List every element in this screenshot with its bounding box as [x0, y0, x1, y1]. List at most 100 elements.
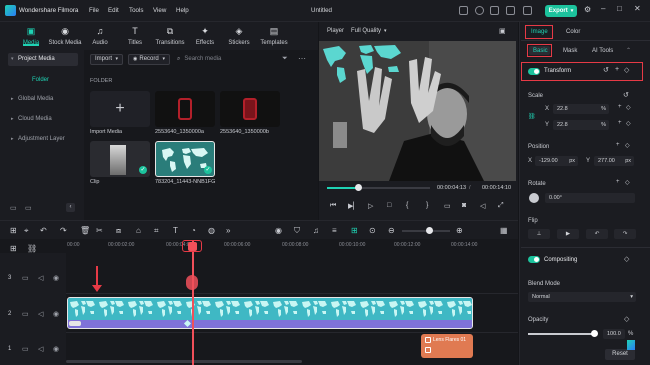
- layout-icon[interactable]: ▦: [500, 226, 508, 235]
- more-icon[interactable]: ⋯: [298, 54, 306, 63]
- add-keyframe-icon[interactable]: +: [618, 120, 622, 126]
- cloud-icon[interactable]: [506, 6, 515, 15]
- keyframe-icon[interactable]: ◇: [624, 315, 629, 323]
- color-icon[interactable]: ◍: [208, 226, 215, 235]
- playhead-split-marker[interactable]: [186, 275, 198, 290]
- previous-frame-icon[interactable]: ⏮: [330, 202, 336, 210]
- keyframe-icon[interactable]: ◇: [625, 142, 630, 149]
- redo-icon[interactable]: ↷: [60, 226, 67, 235]
- save-icon[interactable]: [490, 6, 499, 15]
- text-icon[interactable]: T: [173, 226, 178, 235]
- tab-effects[interactable]: ✦ Effects: [188, 26, 222, 46]
- tab-stickers[interactable]: ◈ Stickers: [222, 26, 256, 46]
- list-icon[interactable]: ≡: [332, 226, 337, 235]
- filter-icon[interactable]: ⏷: [282, 55, 288, 63]
- more-tools-icon[interactable]: »: [226, 226, 230, 235]
- menu-view[interactable]: View: [153, 7, 166, 14]
- add-keyframe-icon[interactable]: +: [618, 104, 622, 110]
- flip-horizontal-button[interactable]: ▶: [557, 229, 579, 239]
- mark-out-icon[interactable]: }: [426, 202, 428, 209]
- rewind-icon[interactable]: ▶▏: [348, 202, 359, 210]
- folder-icon[interactable]: ▭: [25, 204, 32, 212]
- keyframe-icon[interactable]: ◇: [624, 255, 629, 263]
- speed-icon[interactable]: ◔: [191, 226, 196, 235]
- import-dropdown[interactable]: Import ▾: [90, 54, 123, 65]
- play-icon[interactable]: ▷: [368, 202, 373, 210]
- play-circle-icon[interactable]: ◉: [275, 226, 282, 235]
- playhead-line[interactable]: [192, 240, 194, 365]
- link-tracks-icon[interactable]: ⛓: [27, 244, 37, 253]
- playback-scrubber[interactable]: [354, 184, 362, 191]
- folder-icon[interactable]: ▭: [22, 310, 29, 318]
- rotate-dial[interactable]: [529, 193, 539, 203]
- video-preview[interactable]: [319, 41, 516, 181]
- speaker-icon[interactable]: ◁: [38, 345, 43, 353]
- undo-icon[interactable]: ↶: [40, 226, 47, 235]
- keyframe-icon[interactable]: ◇: [626, 104, 631, 111]
- snap-icon[interactable]: ⊞: [351, 226, 358, 235]
- menu-help[interactable]: Help: [176, 7, 189, 14]
- position-y-field[interactable]: 277.00 px: [594, 156, 634, 166]
- eye-icon[interactable]: ◉: [53, 345, 59, 353]
- speaker-icon[interactable]: ◁: [38, 310, 43, 318]
- split-icon[interactable]: ✂: [96, 226, 103, 235]
- sidebar-item-adjustment-layer[interactable]: ▸ Adjustment Layer: [8, 133, 78, 146]
- keyframe-icon[interactable]: ◇: [626, 120, 631, 127]
- add-keyframe-icon[interactable]: +: [616, 179, 620, 185]
- subtab-ai-tools[interactable]: AI Tools: [592, 48, 613, 54]
- tab-media[interactable]: ▣ Media: [14, 26, 48, 46]
- keyframe-icon[interactable]: ◇: [624, 66, 629, 74]
- scale-y-field[interactable]: 22.8%: [553, 120, 609, 130]
- link-icon[interactable]: ⛓: [528, 113, 536, 120]
- tab-image[interactable]: Image: [531, 29, 548, 35]
- monitor-icon[interactable]: ▭: [444, 202, 451, 210]
- opacity-slider[interactable]: [528, 333, 595, 335]
- mark-in-icon[interactable]: {: [406, 202, 408, 209]
- add-keyframe-icon[interactable]: +: [616, 142, 620, 148]
- opacity-field[interactable]: 100.0: [603, 329, 625, 339]
- record-dropdown[interactable]: ◉ Record ▾: [128, 54, 170, 65]
- zoom-in-icon[interactable]: ⊕: [456, 226, 463, 235]
- menu-file[interactable]: File: [89, 7, 99, 14]
- shield-icon[interactable]: ⛉: [294, 226, 300, 236]
- flip-vertical-button[interactable]: ⊥: [528, 229, 550, 239]
- crop-icon[interactable]: ⌗: [154, 226, 159, 236]
- opacity-slider-knob[interactable]: [591, 330, 598, 337]
- eye-icon[interactable]: ◉: [53, 310, 59, 318]
- search-input[interactable]: ⌕ Search media: [177, 54, 269, 65]
- rotate-right-button[interactable]: ↷: [614, 229, 636, 239]
- folder-icon[interactable]: ▭: [22, 345, 29, 353]
- account-icon[interactable]: [475, 6, 484, 15]
- sidebar-item-project-media[interactable]: ▾ Project Media: [8, 53, 78, 66]
- zoom-knob[interactable]: [426, 227, 433, 234]
- quality-dropdown[interactable]: Full Quality ▾: [351, 28, 387, 34]
- trim-icon[interactable]: ⧈: [116, 226, 121, 236]
- sidebar-item-cloud-media[interactable]: ▸ Cloud Media: [8, 113, 78, 126]
- import-media-tile[interactable]: +: [90, 91, 150, 127]
- compositing-toggle[interactable]: [528, 256, 540, 263]
- snapshot-icon[interactable]: ▣: [499, 27, 506, 35]
- keyframe-icon[interactable]: ◇: [625, 179, 630, 186]
- tab-transitions[interactable]: ⧉ Transitions: [153, 26, 187, 46]
- clip-handle[interactable]: [69, 321, 81, 326]
- speaker-icon[interactable]: ◁: [38, 274, 43, 282]
- audio-icon[interactable]: ◁: [480, 202, 485, 210]
- fullscreen-icon[interactable]: ⤢: [498, 202, 504, 210]
- add-keyframe-icon[interactable]: +: [615, 66, 619, 73]
- tag-icon[interactable]: ⌂: [136, 226, 141, 235]
- camera-icon[interactable]: ◙: [462, 202, 466, 209]
- zoom-out-icon[interactable]: ⊖: [388, 226, 395, 235]
- minimize-icon[interactable]: –: [601, 4, 605, 13]
- select-icon[interactable]: ⌖: [24, 226, 29, 236]
- blend-mode-select[interactable]: Normal ▾: [528, 292, 636, 302]
- transform-toggle[interactable]: [528, 68, 540, 75]
- eye-icon[interactable]: ◉: [53, 274, 59, 282]
- menu-tools[interactable]: Tools: [129, 7, 143, 14]
- tab-titles[interactable]: T Titles: [118, 26, 152, 46]
- tab-templates[interactable]: ▤ Templates: [257, 26, 291, 46]
- layout-icon[interactable]: [459, 6, 468, 15]
- marker-icon[interactable]: ⊙: [369, 226, 376, 235]
- download-icon[interactable]: [523, 6, 532, 15]
- reset-icon[interactable]: ↺: [603, 66, 609, 74]
- folder-icon[interactable]: ▭: [22, 274, 29, 282]
